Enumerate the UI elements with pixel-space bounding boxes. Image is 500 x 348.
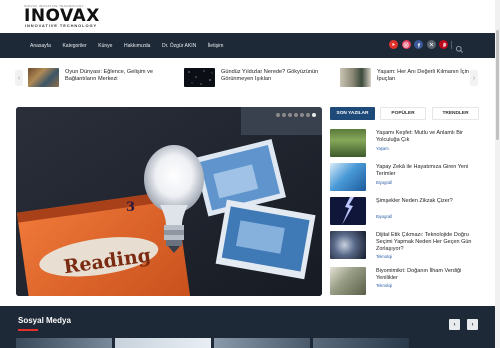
main-navbar: Anasayfa Kategoriler Künye Hakkımızda Dr… (0, 33, 500, 58)
slider-dot[interactable] (276, 113, 280, 117)
social-thumbnail[interactable] (115, 338, 211, 348)
social-links (389, 40, 452, 49)
section-title: Sosyal Medya (18, 316, 71, 325)
social-thumbnail[interactable] (16, 338, 112, 348)
facebook-icon[interactable] (414, 40, 423, 49)
list-item-category[interactable]: Biyografi (376, 214, 392, 219)
social-media-section: Sosyal Medya ‹ › (0, 306, 500, 348)
social-thumbnail[interactable] (313, 338, 409, 348)
slider-dot[interactable] (294, 113, 298, 117)
ticker-title[interactable]: Oyun Dünyası: Eğlence, Gelişim ve Bağlan… (65, 69, 165, 84)
nav-menu: Anasayfa Kategoriler Künye Hakkımızda Dr… (30, 33, 235, 58)
carousel-prev-button[interactable]: ‹ (449, 319, 460, 330)
nav-item-anasayfa[interactable]: Anasayfa (30, 43, 51, 49)
ticker-item[interactable]: Oyun Dünyası: Eğlence, Gelişim ve Bağlan… (28, 68, 165, 90)
slider-dot[interactable] (300, 113, 304, 117)
logo-subtitle: INNOVATIVE TECHNOLOGY (25, 23, 98, 28)
nav-item-iletisim[interactable]: İletişim (208, 43, 224, 49)
list-item[interactable]: Yapay Zekâ ile Hayatımıza Giren Yeni Ter… (330, 163, 480, 193)
list-item-thumbnail (330, 231, 366, 259)
instagram-icon[interactable] (401, 40, 411, 49)
ticker-item[interactable]: Yaşam: Her Anı Değerli Kılmanın İçin İpu… (340, 68, 477, 90)
ticker-item[interactable]: Gündüz Yıldızlar Nerede? Gökyüzünün Görü… (184, 68, 321, 90)
ticker-prev-button[interactable]: ‹ (15, 70, 23, 86)
header-logo-area: INOVAX INOVATIVE TECHNOLOGY INOVAX INNOV… (0, 0, 500, 33)
list-item-thumbnail (330, 129, 366, 157)
tab-populer[interactable]: POPÜLER (380, 107, 426, 120)
slider-dot-active[interactable] (312, 113, 316, 117)
nav-item-hakkimizda[interactable]: Hakkımızda (124, 43, 150, 49)
list-item-title[interactable]: Yaşamı Keşfet: Mutlu ve Anlamlı Bir Yolc… (376, 130, 480, 144)
search-icon[interactable] (455, 41, 464, 53)
pinterest-icon[interactable] (439, 40, 448, 49)
slider-dot[interactable] (282, 113, 286, 117)
tab-trendler[interactable]: TRENDLER (432, 107, 479, 120)
x-icon[interactable] (426, 40, 436, 49)
book-number: 3 (126, 200, 135, 215)
youtube-icon[interactable] (389, 40, 398, 49)
hero-image: Reading 3 (16, 107, 322, 296)
list-item-title[interactable]: Şimşekler Neden Zikzak Çizer? (376, 198, 480, 205)
list-item-category[interactable]: Teknoloji (376, 283, 392, 288)
list-item-title[interactable]: Dijital Etik Çıkmazı: Teknolojide Doğru … (376, 232, 480, 253)
ticker-next-button[interactable]: › (470, 70, 478, 86)
page-scrollbar[interactable] (495, 0, 500, 348)
ticker-thumbnail (28, 68, 59, 87)
social-media-strip (16, 338, 412, 348)
ticker-thumbnail (340, 68, 371, 87)
ticker-thumbnail (184, 68, 215, 87)
list-item-thumbnail (330, 197, 366, 225)
tab-son-yazilar[interactable]: SON YAZILAR (330, 107, 375, 120)
nav-item-author[interactable]: Dr. Özgür AKIN (162, 43, 196, 49)
slider-dots (274, 113, 316, 117)
list-item-category[interactable]: Teknoloji (376, 254, 392, 259)
list-item[interactable]: Dijital Etik Çıkmazı: Teknolojide Doğru … (330, 231, 480, 261)
scrollbar-thumb[interactable] (496, 30, 499, 140)
nav-item-kategoriler[interactable]: Kategoriler (62, 43, 86, 49)
list-item-category[interactable]: Yaşam (376, 146, 389, 151)
list-item-title[interactable]: Biyomimikri: Doğanın İlham Verdiği Yenil… (376, 268, 480, 282)
slider-dot[interactable] (288, 113, 292, 117)
ticker-title[interactable]: Yaşam: Her Anı Değerli Kılmanın İçin İpu… (377, 69, 477, 84)
list-item-category[interactable]: Biyografi (376, 180, 392, 185)
list-item[interactable]: Yaşamı Keşfet: Mutlu ve Anlamlı Bir Yolc… (330, 129, 480, 159)
slider-dot[interactable] (306, 113, 310, 117)
hero-slider[interactable]: Reading 3 (16, 107, 322, 296)
list-item-thumbnail (330, 267, 366, 295)
list-item-title[interactable]: Yapay Zekâ ile Hayatımıza Giren Yeni Ter… (376, 164, 480, 178)
list-item-thumbnail (330, 163, 366, 191)
social-thumbnail[interactable] (214, 338, 310, 348)
list-item[interactable]: Biyomimikri: Doğanın İlham Verdiği Yenil… (330, 267, 480, 297)
site-logo[interactable]: INOVAX INOVATIVE TECHNOLOGY INOVAX INNOV… (24, 4, 102, 30)
list-item[interactable]: Şimşekler Neden Zikzak Çizer? Biyografi (330, 197, 480, 227)
title-underline (18, 329, 38, 331)
nav-item-kunye[interactable]: Künye (98, 43, 112, 49)
nav-divider (451, 41, 452, 49)
carousel-next-button[interactable]: › (467, 319, 478, 330)
news-ticker: ‹ Oyun Dünyası: Eğlence, Gelişim ve Bağl… (0, 62, 500, 96)
ticker-title[interactable]: Gündüz Yıldızlar Nerede? Gökyüzünün Görü… (221, 69, 321, 84)
